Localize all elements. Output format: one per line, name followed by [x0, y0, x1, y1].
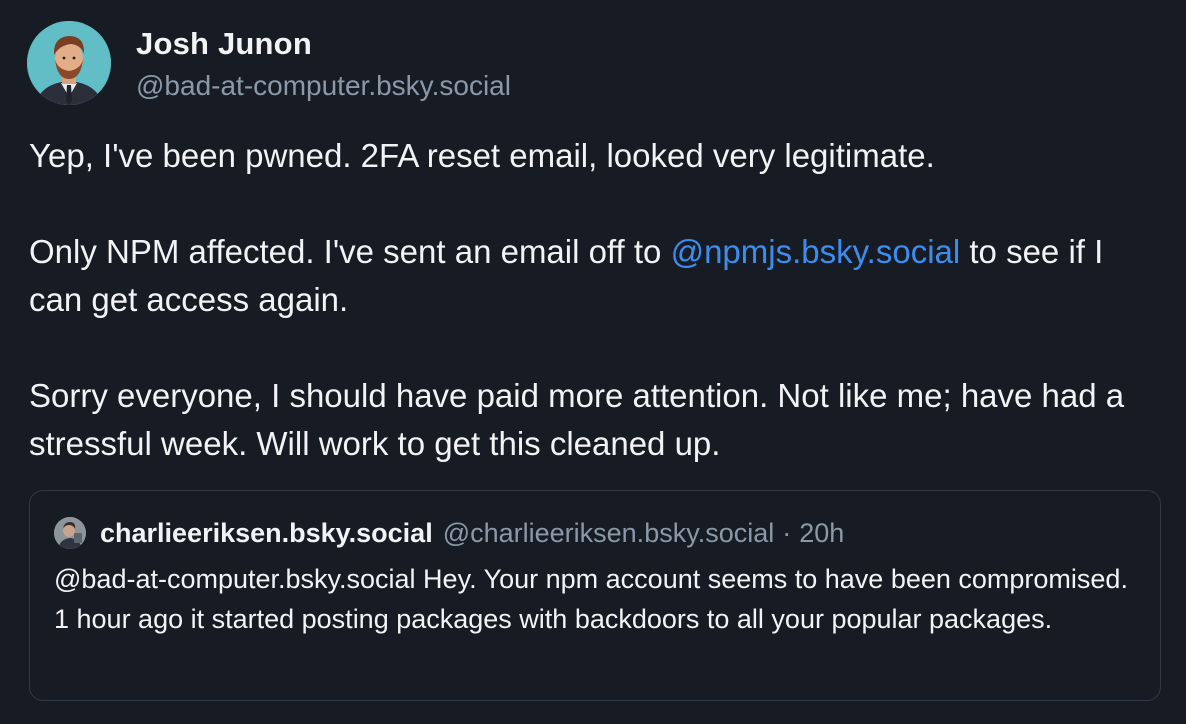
post-text: Yep, I've been pwned. 2FA reset email, l… [29, 132, 1159, 468]
author-avatar[interactable] [27, 21, 111, 105]
meta-separator: · [782, 517, 792, 548]
post: Josh Junon @bad-at-computer.bsky.social … [0, 0, 1186, 724]
quoted-author-name[interactable]: charlieeriksen.bsky.social [100, 518, 433, 549]
quoted-post-timestamp[interactable]: 20h [799, 518, 844, 549]
quoted-post[interactable]: charlieeriksen.bsky.social @charlieeriks… [29, 490, 1161, 701]
post-paragraph-1: Yep, I've been pwned. 2FA reset email, l… [29, 137, 935, 174]
author-avatar-image [27, 21, 111, 105]
author-handle[interactable]: @bad-at-computer.bsky.social [136, 70, 511, 102]
post-paragraph-3: Sorry everyone, I should have paid more … [29, 377, 1125, 462]
quoted-post-header: charlieeriksen.bsky.social @charlieeriks… [54, 517, 844, 549]
quoted-post-text: @bad-at-computer.bsky.social Hey. Your n… [54, 564, 1128, 634]
quoted-author-avatar[interactable] [54, 517, 86, 549]
author-name[interactable]: Josh Junon [136, 26, 312, 62]
post-paragraph-2: Only NPM affected. I've sent an email of… [29, 228, 1159, 324]
quoted-avatar-image [54, 517, 86, 549]
post-paragraph-2-start: Only NPM affected. I've sent an email of… [29, 233, 671, 270]
mention-link[interactable]: @npmjs.bsky.social [671, 233, 961, 270]
quoted-author-handle[interactable]: @charlieeriksen.bsky.social [443, 518, 775, 549]
